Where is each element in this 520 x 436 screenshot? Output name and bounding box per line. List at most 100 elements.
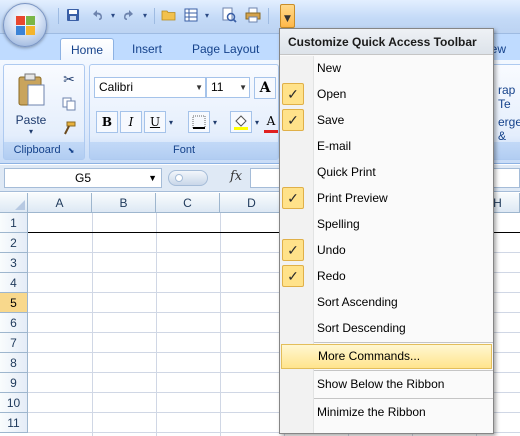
row-header[interactable]: 7	[0, 333, 28, 353]
grid-line	[156, 213, 157, 436]
select-all-corner[interactable]	[0, 193, 28, 213]
formula-bar-splitter[interactable]	[168, 170, 208, 186]
fill-color-icon[interactable]	[230, 111, 252, 133]
row-header[interactable]: 9	[0, 373, 28, 393]
menu-item-label: New	[317, 61, 342, 75]
tab-page-layout[interactable]: Page Layout	[182, 38, 269, 60]
copy-icon[interactable]	[60, 95, 78, 113]
paste-button[interactable]: Paste ▾	[10, 69, 52, 139]
cut-icon[interactable]: ✂	[60, 71, 78, 89]
checkmark-icon: ✓	[282, 265, 304, 287]
menu-item-label: Minimize the Ribbon	[317, 405, 426, 419]
row-header[interactable]: 8	[0, 353, 28, 373]
borders-dropdown-icon[interactable]: ▾	[210, 111, 220, 133]
menu-item-label: Spelling	[317, 217, 360, 231]
menu-item-open[interactable]: ✓ Open	[280, 81, 493, 107]
name-box[interactable]: G5 ▼	[4, 168, 162, 188]
circle-handle-icon	[175, 174, 183, 182]
row-header[interactable]: 10	[0, 393, 28, 413]
row-header[interactable]: 3	[0, 253, 28, 273]
fill-color-dropdown-icon[interactable]: ▾	[252, 111, 262, 133]
menu-item-label: Show Below the Ribbon	[317, 377, 445, 391]
dialog-launcher-icon[interactable]: ⬊	[68, 146, 75, 155]
font-name-dropdown[interactable]: Calibri ▼	[94, 77, 206, 98]
menu-item-spelling[interactable]: Spelling	[280, 211, 493, 237]
clipboard-group: Paste ▾ ✂ Clipboard ⬊	[3, 64, 85, 160]
borders-icon[interactable]	[188, 111, 210, 133]
italic-button[interactable]: I	[120, 111, 142, 133]
column-header[interactable]: C	[156, 193, 220, 213]
bold-button[interactable]: B	[96, 111, 118, 133]
chevron-down-icon: ▼	[148, 173, 157, 183]
open-folder-icon[interactable]	[160, 6, 178, 24]
paste-icon	[18, 73, 45, 105]
menu-item-label: Print Preview	[317, 191, 388, 205]
menu-item-email[interactable]: E-mail	[280, 133, 493, 159]
grid-line	[220, 213, 221, 436]
column-header[interactable]: B	[92, 193, 156, 213]
menu-separator	[314, 342, 493, 343]
font-color-icon[interactable]: A	[264, 111, 278, 133]
qat-separator	[268, 8, 269, 24]
menu-item-label: Save	[317, 113, 345, 127]
menu-item-label: E-mail	[317, 139, 352, 153]
row-header[interactable]: 6	[0, 313, 28, 333]
insert-function-button[interactable]: fx	[230, 169, 242, 184]
qat-separator	[58, 8, 59, 24]
customize-qat-menu: Customize Quick Access Toolbar New ✓ Ope…	[279, 28, 494, 434]
tab-home[interactable]: Home	[60, 38, 115, 60]
menu-item-label: More Commands...	[318, 349, 421, 363]
menu-item-sort-ascending[interactable]: Sort Ascending	[280, 289, 493, 315]
menu-item-more-commands[interactable]: More Commands...	[281, 344, 492, 369]
menu-item-minimize-ribbon[interactable]: Minimize the Ribbon	[280, 399, 493, 425]
font-size-dropdown[interactable]: 11 ▼	[206, 77, 250, 98]
menu-item-redo[interactable]: ✓ Redo	[280, 263, 493, 289]
row-header[interactable]: 11	[0, 413, 28, 433]
checkmark-icon: ✓	[282, 109, 304, 131]
font-group: Calibri ▼ 11 ▼ A B I U ▾ ▾ ▾ A Font	[89, 64, 279, 160]
redo-dropdown-icon[interactable]: ▾	[136, 6, 154, 24]
menu-item-label: Undo	[317, 243, 346, 257]
row-header[interactable]: 4	[0, 273, 28, 293]
menu-item-label: Open	[317, 87, 347, 101]
font-group-label: Font	[90, 142, 278, 159]
underline-button[interactable]: U	[144, 111, 166, 133]
grow-font-button[interactable]: A	[254, 77, 276, 99]
chevron-down-icon: ▼	[284, 14, 291, 24]
menu-item-print-preview[interactable]: ✓ Print Preview	[280, 185, 493, 211]
checkmark-icon: ✓	[282, 187, 304, 209]
qat-separator	[154, 8, 155, 24]
paste-label: Paste	[15, 112, 47, 127]
office-button[interactable]	[3, 3, 47, 47]
menu-item-label: Redo	[317, 269, 346, 283]
column-header[interactable]: D	[220, 193, 284, 213]
row-header[interactable]: 1	[0, 213, 28, 233]
print-preview-icon[interactable]	[220, 6, 238, 24]
column-header[interactable]: A	[28, 193, 92, 213]
format-painter-icon[interactable]	[60, 119, 78, 137]
save-icon[interactable]	[64, 6, 82, 24]
tab-insert[interactable]: Insert	[122, 38, 172, 60]
checkmark-icon: ✓	[282, 83, 304, 105]
menu-item-undo[interactable]: ✓ Undo	[280, 237, 493, 263]
menu-item-label: Quick Print	[317, 165, 376, 179]
row-header[interactable]: 2	[0, 233, 28, 253]
office-logo-icon	[16, 16, 36, 36]
row-header-selected[interactable]: 5	[0, 293, 28, 313]
chevron-down-icon: ▼	[195, 83, 203, 92]
underline-dropdown-icon[interactable]: ▾	[166, 111, 176, 133]
menu-item-save[interactable]: ✓ Save	[280, 107, 493, 133]
merge-center-button[interactable]: erge &	[498, 115, 520, 143]
quick-print-icon[interactable]	[244, 6, 262, 24]
chevron-down-icon: ▼	[239, 83, 247, 92]
clipboard-group-label: Clipboard ⬊	[4, 142, 84, 159]
layout-dropdown-icon[interactable]: ▾	[198, 6, 216, 24]
menu-item-sort-descending[interactable]: Sort Descending	[280, 315, 493, 341]
wrap-text-button[interactable]: rap Te	[498, 83, 520, 111]
menu-item-new[interactable]: New	[280, 55, 493, 81]
menu-item-label: Sort Ascending	[317, 295, 398, 309]
menu-item-show-below-ribbon[interactable]: Show Below the Ribbon	[280, 371, 493, 397]
checkmark-icon: ✓	[282, 239, 304, 261]
menu-item-quick-print[interactable]: Quick Print	[280, 159, 493, 185]
customize-qat-button[interactable]: ▼	[280, 4, 295, 28]
